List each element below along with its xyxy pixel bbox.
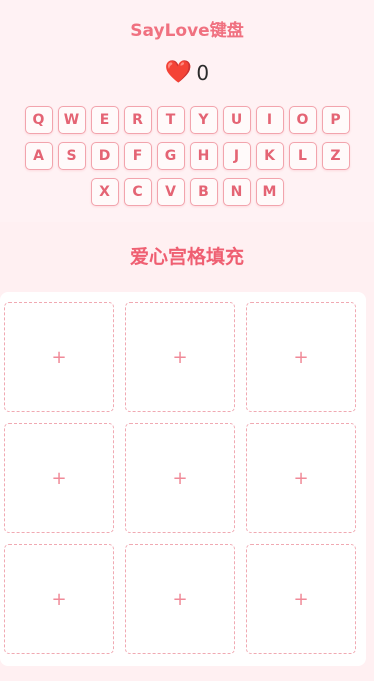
- grid-cell-8[interactable]: +: [125, 544, 235, 654]
- grid-title: 爱心宫格填充: [129, 246, 244, 268]
- plus-icon: +: [172, 588, 188, 610]
- grid-card: + + + + + + + + +: [0, 292, 366, 666]
- key-i[interactable]: I: [255, 106, 284, 134]
- key-e[interactable]: E: [90, 106, 119, 134]
- key-h[interactable]: H: [189, 142, 218, 170]
- plus-icon: +: [293, 467, 309, 489]
- key-a[interactable]: A: [24, 142, 53, 170]
- key-d[interactable]: D: [90, 142, 119, 170]
- grid-cell-6[interactable]: +: [246, 423, 356, 533]
- grid-cell-4[interactable]: +: [4, 423, 114, 533]
- plus-icon: +: [51, 346, 67, 368]
- key-s[interactable]: S: [57, 142, 86, 170]
- key-t[interactable]: T: [156, 106, 185, 134]
- grid-cell-5[interactable]: +: [125, 423, 235, 533]
- key-u[interactable]: U: [222, 106, 251, 134]
- key-o[interactable]: O: [288, 106, 317, 134]
- plus-icon: +: [293, 346, 309, 368]
- love-count-value: 0: [196, 61, 210, 85]
- key-q[interactable]: Q: [24, 106, 53, 134]
- key-l[interactable]: L: [288, 142, 317, 170]
- key-x[interactable]: X: [90, 178, 119, 206]
- app-title: SayLove键盘: [130, 21, 244, 41]
- keyboard-section: SayLove键盘 ❤️ 0 Q W E R T Y U I O P A S D…: [0, 0, 374, 222]
- key-f[interactable]: F: [123, 142, 152, 170]
- key-j[interactable]: J: [222, 142, 251, 170]
- grid-cell-1[interactable]: +: [4, 302, 114, 412]
- key-v[interactable]: V: [156, 178, 185, 206]
- key-y[interactable]: Y: [189, 106, 218, 134]
- key-g[interactable]: G: [156, 142, 185, 170]
- heart-grid-section: 爱心宫格填充 + + + + + + + + +: [0, 222, 374, 681]
- key-b[interactable]: B: [189, 178, 218, 206]
- heart-icon: ❤️: [164, 60, 193, 85]
- key-k[interactable]: K: [255, 142, 284, 170]
- plus-icon: +: [293, 588, 309, 610]
- key-c[interactable]: C: [123, 178, 152, 206]
- key-p[interactable]: P: [321, 106, 350, 134]
- key-n[interactable]: N: [222, 178, 251, 206]
- keyboard-row-3: X C V B N M: [0, 178, 374, 206]
- key-w[interactable]: W: [57, 106, 86, 134]
- grid-cell-3[interactable]: +: [246, 302, 356, 412]
- key-z[interactable]: Z: [321, 142, 350, 170]
- plus-icon: +: [51, 588, 67, 610]
- keyboard-row-1: Q W E R T Y U I O P: [0, 106, 374, 134]
- keyboard-row-2: A S D F G H J K L Z: [0, 142, 374, 170]
- plus-icon: +: [172, 467, 188, 489]
- love-counter: ❤️ 0: [0, 58, 374, 88]
- grid-cell-7[interactable]: +: [4, 544, 114, 654]
- key-m[interactable]: M: [255, 178, 284, 206]
- grid-cell-9[interactable]: +: [246, 544, 356, 654]
- grid-cell-2[interactable]: +: [125, 302, 235, 412]
- plus-icon: +: [172, 346, 188, 368]
- key-r[interactable]: R: [123, 106, 152, 134]
- plus-icon: +: [51, 467, 67, 489]
